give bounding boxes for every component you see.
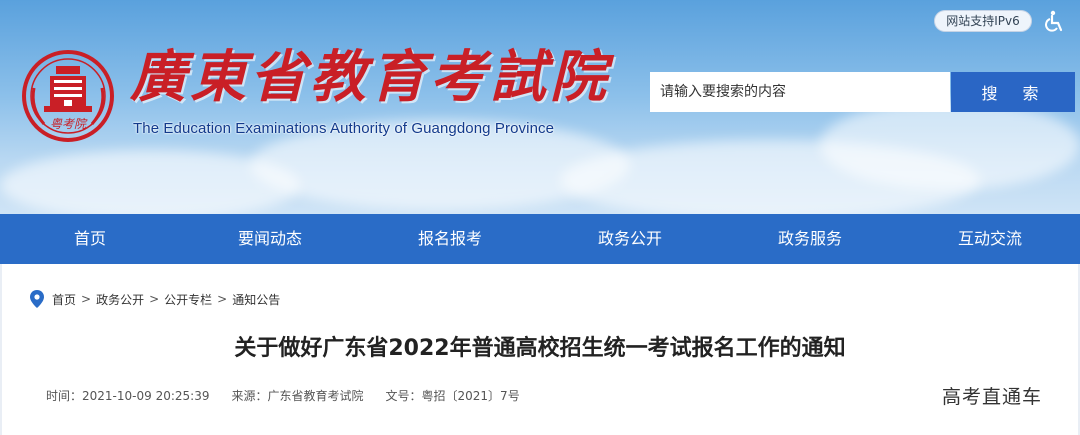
meta-source-value: 广东省教育考试院	[267, 389, 364, 403]
meta-time: 时间：2021-10-09 20:25:39	[46, 387, 209, 404]
nav-item-home[interactable]: 首页	[0, 214, 180, 264]
main-nav: 首页 要闻动态 报名报考 政务公开 政务服务 互动交流	[0, 214, 1080, 264]
breadcrumb-item-public-affairs[interactable]: 政务公开	[96, 291, 144, 308]
ipv6-badge[interactable]: 网站支持IPv6	[934, 10, 1032, 32]
breadcrumb-separator: >	[81, 292, 92, 306]
meta-source: 来源：广东省教育考试院	[231, 387, 363, 404]
breadcrumb-item-notices[interactable]: 通知公告	[232, 291, 280, 308]
article-title: 关于做好广东省2022年普通高校招生统一考试报名工作的通知	[234, 336, 846, 361]
breadcrumb-separator: >	[217, 292, 228, 306]
article-container: 首页 > 政务公开 > 公开专栏 > 通知公告 关于做好广东省2022年普通高校…	[2, 264, 1078, 435]
breadcrumb-item-home[interactable]: 首页	[52, 291, 76, 308]
cloud-decoration	[0, 150, 300, 214]
location-pin-icon	[30, 290, 44, 308]
site-subtitle: The Education Examinations Authority of …	[133, 120, 555, 137]
site-header: 网站支持IPv6 粤考院 廣東省教育考試院 The Education Exam…	[0, 0, 1080, 214]
meta-doc-no-value: 粤招〔2021〕7号	[421, 389, 520, 403]
logo-text: 粤考院	[50, 117, 88, 131]
meta-source-label: 来源：	[231, 389, 268, 403]
watermark: 高考直通车	[942, 386, 1043, 408]
nav-item-registration[interactable]: 报名报考	[360, 214, 540, 264]
site-title[interactable]: 廣東省教育考試院	[130, 42, 610, 112]
meta-doc-no: 文号：粤招〔2021〕7号	[386, 387, 520, 404]
logo-emblem[interactable]: 粤考院	[20, 48, 116, 144]
nav-item-government-services[interactable]: 政务服务	[720, 214, 900, 264]
nav-item-public-affairs[interactable]: 政务公开	[540, 214, 720, 264]
meta-time-label: 时间：	[46, 389, 83, 403]
search-button[interactable]: 搜 索	[951, 72, 1075, 112]
nav-item-interaction[interactable]: 互动交流	[900, 214, 1080, 264]
meta-time-value: 2021-10-09 20:25:39	[82, 389, 210, 403]
accessibility-icon[interactable]	[1042, 10, 1066, 34]
breadcrumb-separator: >	[149, 292, 160, 306]
meta-doc-no-label: 文号：	[385, 389, 422, 403]
search-input[interactable]	[650, 72, 950, 112]
nav-item-news[interactable]: 要闻动态	[180, 214, 360, 264]
cloud-decoration	[820, 100, 1080, 190]
breadcrumb: 首页 > 政务公开 > 公开专栏 > 通知公告	[30, 290, 280, 308]
breadcrumb-item-column[interactable]: 公开专栏	[164, 291, 212, 308]
article-meta: 时间：2021-10-09 20:25:39 来源：广东省教育考试院 文号：粤招…	[46, 387, 542, 404]
